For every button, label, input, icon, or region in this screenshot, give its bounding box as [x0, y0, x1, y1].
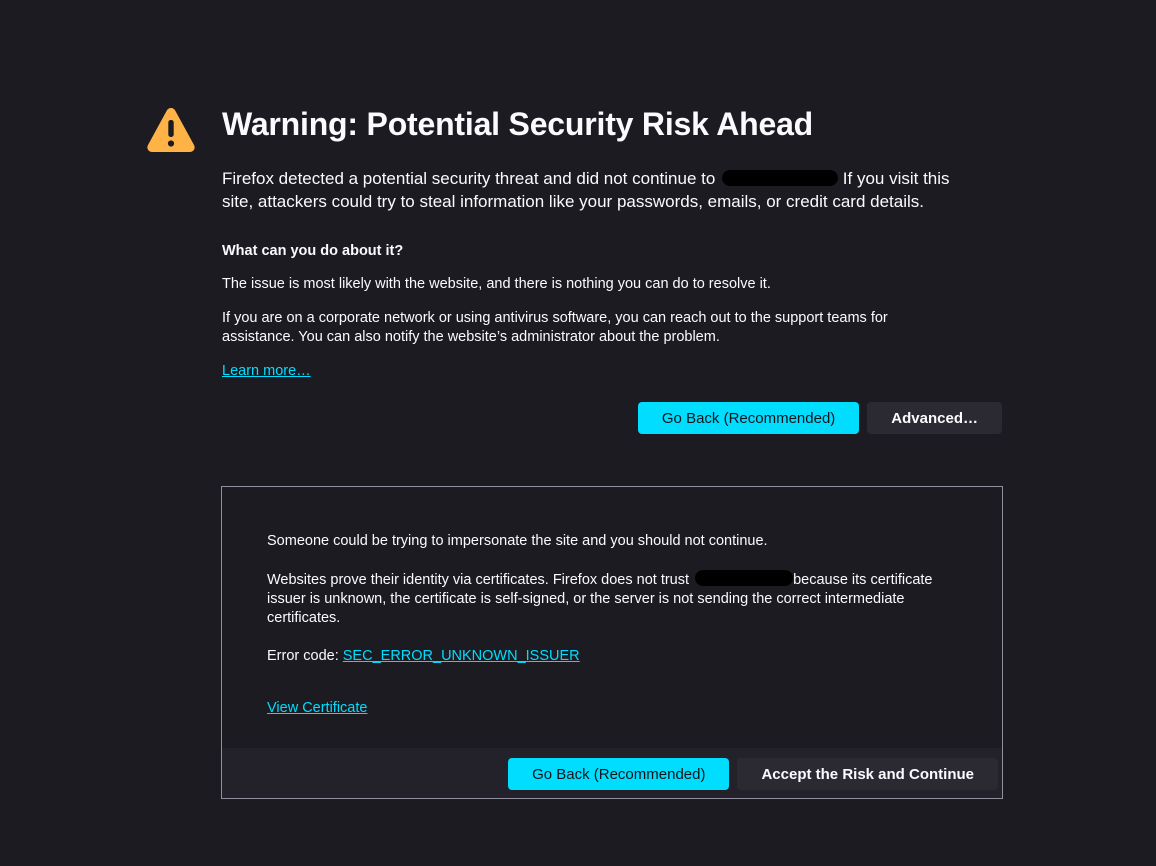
advanced-actions: Go Back (Recommended) Accept the Risk an… — [508, 758, 998, 790]
help-paragraph-1: The issue is most likely with the websit… — [222, 276, 771, 292]
help-heading: What can you do about it? — [222, 243, 404, 259]
help-paragraph-2: If you are on a corporate network or usi… — [222, 310, 888, 345]
intro-text: Firefox detected a potential security th… — [222, 167, 982, 213]
certificate-explanation-before: Websites prove their identity via certif… — [267, 572, 690, 588]
warning-triangle-icon — [147, 108, 195, 152]
go-back-button-advanced[interactable]: Go Back (Recommended) — [508, 758, 730, 790]
advanced-panel: Someone could be trying to impersonate t… — [221, 486, 1003, 799]
go-back-button[interactable]: Go Back (Recommended) — [637, 402, 860, 434]
intro-text-before: Firefox detected a potential security th… — [222, 169, 716, 188]
error-code-link[interactable]: SEC_ERROR_UNKNOWN_ISSUER — [343, 648, 580, 664]
page-title: Warning: Potential Security Risk Ahead — [222, 106, 814, 142]
impersonation-text: Someone could be trying to impersonate t… — [267, 533, 768, 549]
accept-risk-button[interactable]: Accept the Risk and Continue — [737, 758, 998, 790]
view-certificate-link[interactable]: View Certificate — [267, 699, 367, 718]
main-actions: Go Back (Recommended) Advanced… — [637, 402, 1002, 434]
warning-content: Warning: Potential Security Risk Ahead F… — [222, 104, 1002, 381]
learn-more-link[interactable]: Learn more… — [222, 362, 1002, 381]
error-code-line: Error code: SEC_ERROR_UNKNOWN_ISSUER — [267, 647, 967, 666]
advanced-button[interactable]: Advanced… — [867, 402, 1002, 434]
security-warning-page: Warning: Potential Security Risk Ahead F… — [0, 0, 1156, 866]
error-code-label: Error code: — [267, 648, 339, 664]
advanced-panel-footer: Go Back (Recommended) Accept the Risk an… — [222, 748, 1002, 798]
advanced-panel-body: Someone could be trying to impersonate t… — [267, 532, 967, 666]
redacted-hostname — [722, 170, 839, 186]
redacted-hostname-2 — [695, 570, 794, 586]
certificate-explanation: Websites prove their identity via certif… — [267, 570, 967, 628]
